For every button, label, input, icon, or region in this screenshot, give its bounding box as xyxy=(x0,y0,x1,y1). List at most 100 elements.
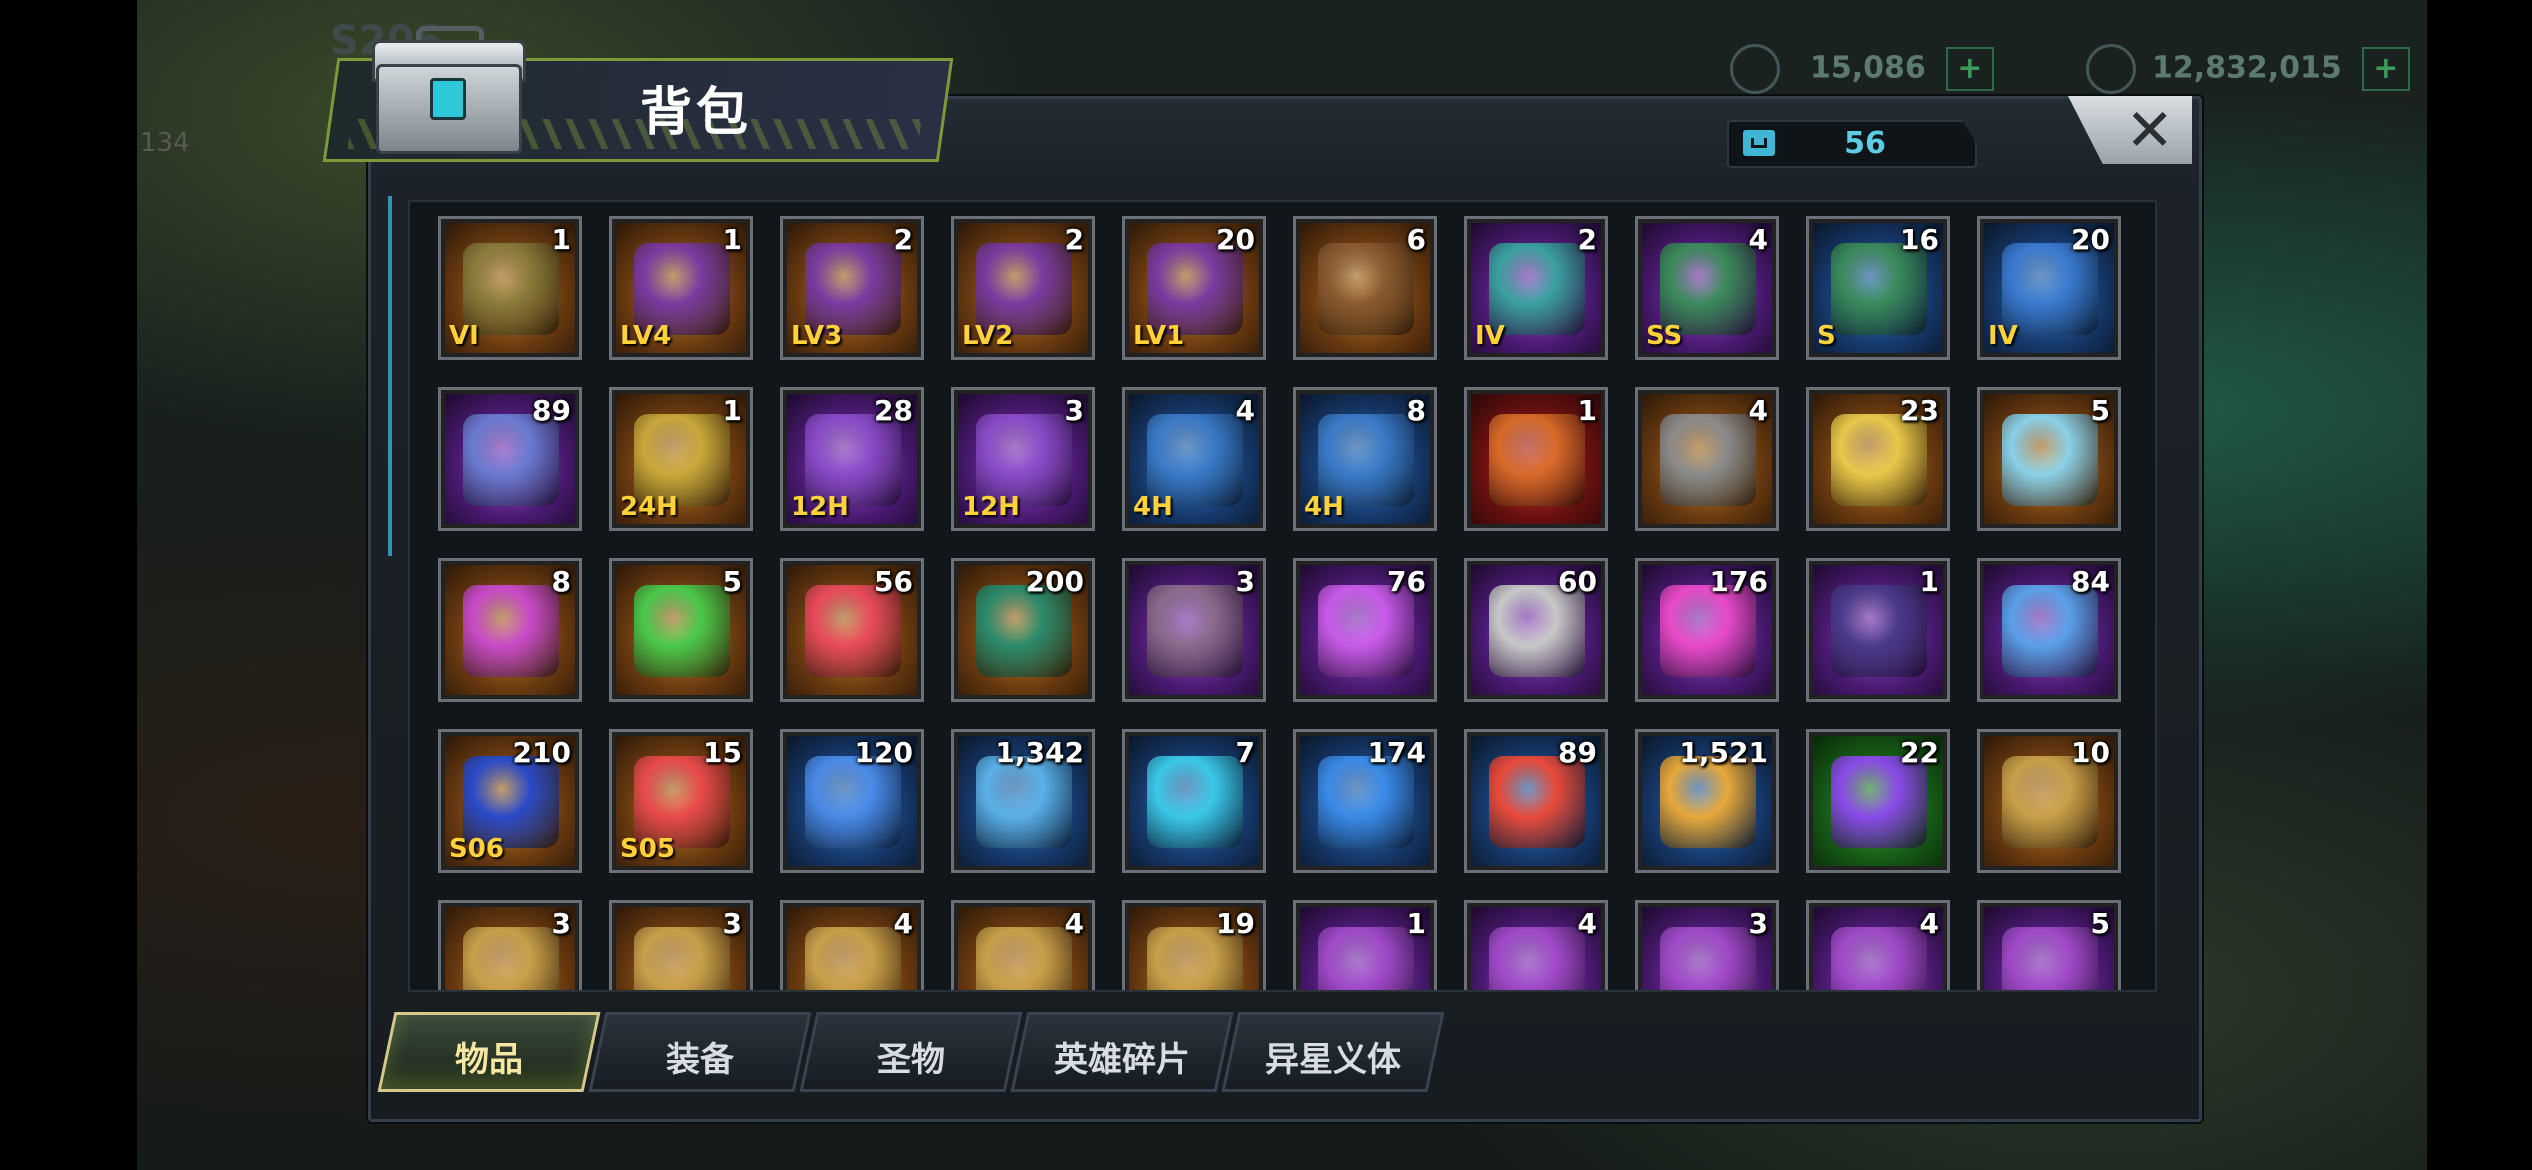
item-count: 28 xyxy=(874,394,913,427)
green-coin-stack-icon xyxy=(976,585,1072,677)
item-slot[interactable]: 1 LV4 xyxy=(609,216,753,360)
item-count: 23 xyxy=(1900,394,1939,427)
item-slot[interactable]: 210 S06 xyxy=(438,729,582,873)
timer-disc-icon xyxy=(1147,756,1243,848)
item-slot[interactable]: 120 xyxy=(780,729,924,873)
item-slot[interactable]: 60 xyxy=(1464,558,1608,702)
purple-crystal-icon xyxy=(1318,585,1414,677)
item-tag: LV1 xyxy=(1133,321,1185,351)
item-slot[interactable]: 2 LV3 xyxy=(780,216,924,360)
item-count: 6 xyxy=(1406,223,1426,256)
capacity-indicator: 56 xyxy=(1727,120,1977,168)
item-tag: IV xyxy=(1988,321,2018,351)
item-slot[interactable]: 84 xyxy=(1977,558,2121,702)
item-count: 200 xyxy=(1025,565,1084,598)
item-slot[interactable]: 6 xyxy=(1293,216,1437,360)
item-slot[interactable]: 89 xyxy=(1464,729,1608,873)
item-slot[interactable]: 3 12H xyxy=(951,387,1095,531)
item-slot[interactable]: 176 xyxy=(1635,558,1779,702)
item-slot[interactable]: 23 xyxy=(1806,387,1950,531)
item-slot[interactable]: 20 LV1 xyxy=(1122,216,1266,360)
item-slot[interactable]: 4 xyxy=(780,900,924,990)
item-slot[interactable]: 19 xyxy=(1122,900,1266,990)
item-slot[interactable]: 5 xyxy=(1977,387,2121,531)
item-slot[interactable]: 22 xyxy=(1806,729,1950,873)
blue-crystal-icon xyxy=(805,756,901,848)
red-cube-icon xyxy=(1489,414,1585,506)
pink-bottle-cap-icon xyxy=(1660,585,1756,677)
item-count: 60 xyxy=(1558,565,1597,598)
item-slot[interactable]: 4 xyxy=(1635,387,1779,531)
item-count: 120 xyxy=(854,736,913,769)
item-tag: LV2 xyxy=(962,321,1014,351)
item-count: 1 xyxy=(1577,394,1597,427)
bronze-chest-icon xyxy=(1318,243,1414,335)
item-slot[interactable]: 76 xyxy=(1293,558,1437,702)
item-slot[interactable]: 8 xyxy=(438,558,582,702)
item-count: 2 xyxy=(1577,223,1597,256)
gold-blueprint-icon xyxy=(634,927,730,990)
item-slot[interactable]: 200 xyxy=(951,558,1095,702)
item-slot[interactable]: 4 xyxy=(951,900,1095,990)
item-count: 22 xyxy=(1900,736,1939,769)
item-slot[interactable]: 89 xyxy=(438,387,582,531)
resource-2-add-button[interactable]: + xyxy=(2361,47,2410,91)
item-slot[interactable]: 174 xyxy=(1293,729,1437,873)
item-slot[interactable]: 28 12H xyxy=(780,387,924,531)
item-slot[interactable]: 1 24H xyxy=(609,387,753,531)
item-count: 3 xyxy=(551,907,571,940)
item-count: 5 xyxy=(722,565,742,598)
resource-1-icon xyxy=(1730,44,1780,94)
item-slot[interactable]: 7 xyxy=(1122,729,1266,873)
bullet-icon xyxy=(1660,756,1756,848)
item-count: 174 xyxy=(1367,736,1426,769)
item-slot[interactable]: 1,521 xyxy=(1635,729,1779,873)
item-slot[interactable]: 4 xyxy=(1806,900,1950,990)
item-slot[interactable]: 4 xyxy=(1464,900,1608,990)
resource-2-icon xyxy=(2086,44,2136,94)
tab-label: 圣物 xyxy=(877,1040,945,1080)
backpack-chest-icon xyxy=(368,22,526,154)
item-count: 4 xyxy=(1748,223,1768,256)
scrollbar[interactable] xyxy=(388,196,392,556)
page-title: 背包 xyxy=(640,83,753,143)
player-level: 134 xyxy=(140,128,190,158)
item-count: 1 xyxy=(722,394,742,427)
tab-label: 装备 xyxy=(666,1040,734,1080)
crystal-shard-icon xyxy=(2002,414,2098,506)
item-count: 1 xyxy=(722,223,742,256)
item-slot[interactable]: 3 xyxy=(609,900,753,990)
item-slot[interactable]: 1 xyxy=(1806,558,1950,702)
item-tag: LV4 xyxy=(620,321,672,351)
item-slot[interactable]: 1 VI xyxy=(438,216,582,360)
chained-chest-s-icon xyxy=(1831,243,1927,335)
purple-blueprint-icon xyxy=(1831,927,1927,990)
item-slot[interactable]: 4 SS xyxy=(1635,216,1779,360)
item-slot[interactable]: 56 xyxy=(780,558,924,702)
item-slot[interactable]: 5 xyxy=(609,558,753,702)
item-count: 3 xyxy=(1235,565,1255,598)
item-slot[interactable]: 1,342 xyxy=(951,729,1095,873)
item-count: 176 xyxy=(1709,565,1768,598)
purple-blueprint-icon xyxy=(1318,927,1414,990)
item-slot[interactable]: 10 xyxy=(1977,729,2121,873)
item-slot[interactable]: 16 S xyxy=(1806,216,1950,360)
item-slot[interactable]: 15 S05 xyxy=(609,729,753,873)
item-count: 210 xyxy=(512,736,571,769)
item-slot[interactable]: 2 IV xyxy=(1464,216,1608,360)
item-tag: IV xyxy=(1475,321,1505,351)
item-slot[interactable]: 3 xyxy=(1635,900,1779,990)
item-count: 1,342 xyxy=(995,736,1084,769)
item-slot[interactable]: 3 xyxy=(438,900,582,990)
resource-1-add-button[interactable]: + xyxy=(1945,47,1994,91)
item-grid-container[interactable]: 1 VI 1 LV4 2 LV3 2 LV2 20 LV1 6 2 IV 4 SS 16 S 20 IV 89 1 24H… xyxy=(408,200,2157,992)
item-slot[interactable]: 20 IV xyxy=(1977,216,2121,360)
item-slot[interactable]: 1 xyxy=(1464,387,1608,531)
item-slot[interactable]: 8 4H xyxy=(1293,387,1437,531)
item-slot[interactable]: 3 xyxy=(1122,558,1266,702)
item-slot[interactable]: 5 xyxy=(1977,900,2121,990)
item-slot[interactable]: 4 4H xyxy=(1122,387,1266,531)
item-slot[interactable]: 2 LV2 xyxy=(951,216,1095,360)
item-slot[interactable]: 1 xyxy=(1293,900,1437,990)
purple-blueprint-icon xyxy=(1660,927,1756,990)
